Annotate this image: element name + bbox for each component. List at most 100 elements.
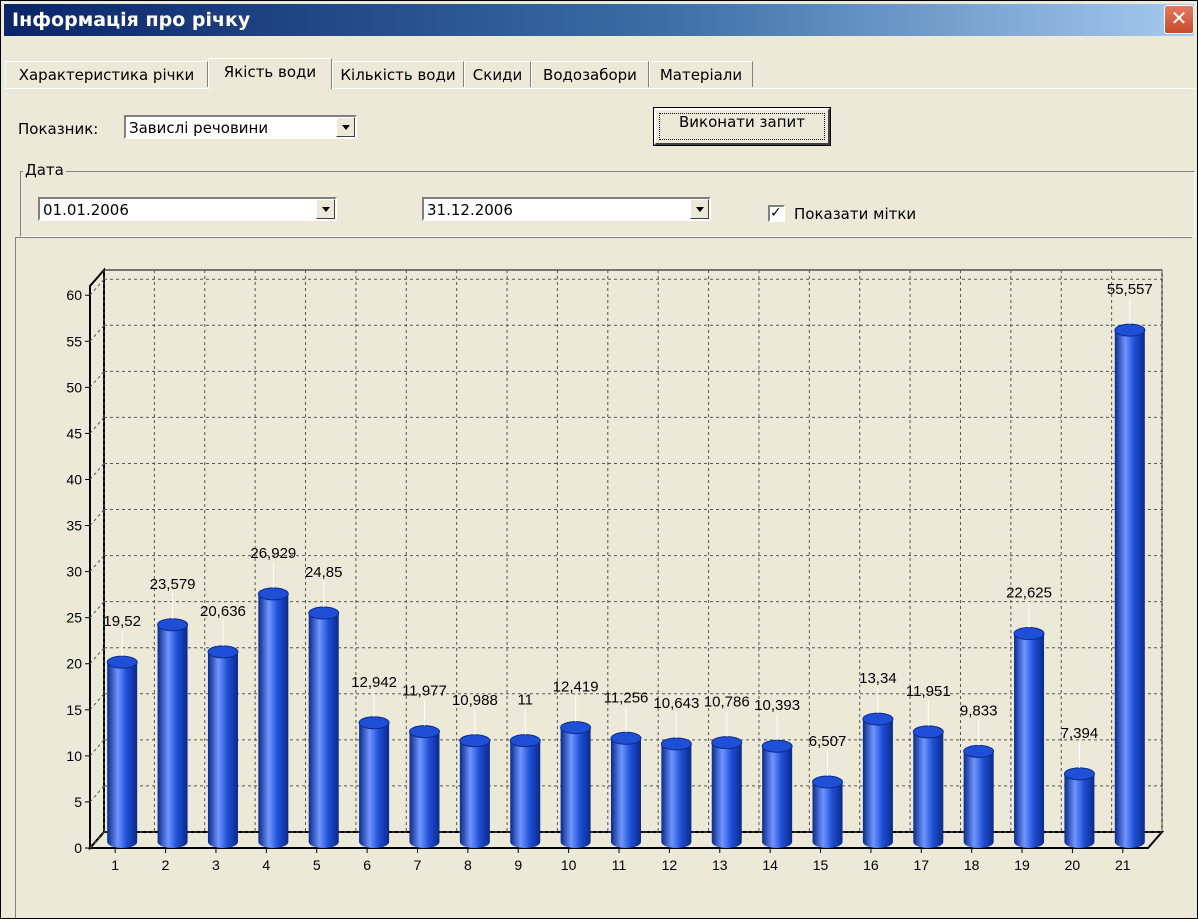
tab-water-quantity[interactable]: Кількість води — [332, 61, 464, 87]
bar-top — [1063, 767, 1095, 781]
bar — [1064, 773, 1095, 848]
x-tick-label: 14 — [762, 857, 778, 873]
tab-strip: Характеристика річки Якість води Кількіс… — [5, 58, 1195, 89]
bar-top — [257, 587, 289, 601]
date-to-select[interactable]: 31.12.2006 — [422, 197, 711, 221]
bar-top — [106, 655, 138, 669]
chart-panel: 0 5 10 15 20 25 30 35 40 45 50 55 60 19,52 1 23,579 2 20,… — [15, 237, 1192, 918]
data-label: 11,951 — [906, 683, 951, 700]
bar-top — [610, 731, 642, 745]
chevron-down-icon[interactable] — [316, 199, 335, 219]
y-tick-label: 20 — [66, 656, 82, 672]
data-label: 22,625 — [1006, 585, 1052, 602]
bar-top — [660, 737, 692, 751]
grid-line-side — [89, 509, 105, 526]
data-label: 20,636 — [200, 603, 246, 620]
bar-top — [308, 606, 340, 620]
bar — [157, 624, 188, 848]
bar-top — [711, 736, 743, 750]
bar — [862, 719, 893, 848]
bar-top — [761, 739, 793, 753]
x-tick-label: 16 — [863, 857, 879, 873]
bar-top — [459, 734, 491, 748]
bar — [812, 782, 843, 848]
bar — [560, 727, 591, 848]
bar — [1014, 633, 1045, 848]
indicator-label: Показник: — [18, 120, 99, 138]
y-tick-label: 45 — [66, 425, 82, 441]
grid-line-side — [89, 739, 105, 757]
tab-divider — [5, 88, 1195, 89]
bar-top — [207, 645, 239, 659]
x-tick-label: 20 — [1065, 857, 1081, 873]
bar-top — [812, 775, 844, 789]
window-title: Інформація про річку — [12, 9, 251, 31]
bar-top — [358, 716, 390, 730]
tab-river-characteristics[interactable]: Характеристика річки — [5, 61, 208, 87]
tab-discharges[interactable]: Скиди — [464, 61, 531, 87]
chevron-down-icon[interactable] — [336, 117, 355, 137]
grid-line-side — [89, 463, 105, 480]
x-tick-label: 4 — [262, 857, 270, 873]
bar — [359, 722, 390, 848]
y-tick-label: 0 — [74, 840, 82, 856]
x-tick-label: 12 — [662, 857, 678, 873]
data-label: 7,394 — [1061, 725, 1099, 742]
data-label: 19,52 — [103, 613, 141, 630]
data-label: 55,557 — [1107, 281, 1153, 298]
date-from-select[interactable]: 01.01.2006 — [38, 197, 337, 221]
grid-line-side — [89, 601, 105, 619]
data-label: 9,833 — [960, 702, 998, 719]
data-label: 11 — [517, 692, 533, 709]
bar — [1114, 330, 1145, 848]
title-bar[interactable]: Інформація про річку ✕ — [4, 4, 1194, 36]
bar — [661, 743, 692, 848]
y-tick-label: 25 — [66, 610, 82, 626]
data-label: 6,507 — [809, 733, 847, 750]
run-query-label: Виконати запит — [679, 113, 805, 131]
x-tick-label: 2 — [162, 857, 170, 873]
chevron-down-icon[interactable] — [690, 199, 709, 219]
tab-water-intakes[interactable]: Водозабори — [531, 61, 649, 87]
data-label: 26,929 — [250, 545, 296, 562]
data-label: 11,977 — [402, 683, 447, 700]
grid-line-side — [89, 324, 105, 342]
x-tick-label: 9 — [514, 857, 522, 873]
bar — [308, 613, 339, 848]
x-tick-label: 10 — [561, 857, 577, 873]
x-tick-label: 18 — [964, 857, 980, 873]
bar-top — [862, 712, 894, 726]
plot-left-wall — [89, 267, 105, 851]
grid-line-side — [89, 371, 105, 388]
bar — [510, 740, 541, 848]
bar — [711, 742, 742, 848]
grid-line-side — [89, 278, 105, 296]
grid-line-side — [89, 417, 105, 434]
run-query-button[interactable]: Виконати запит — [653, 107, 831, 146]
tab-water-quality[interactable]: Якість води — [208, 58, 332, 89]
x-tick-label: 5 — [313, 857, 321, 873]
x-tick-label: 21 — [1115, 857, 1131, 873]
bar — [963, 751, 994, 848]
bar-top — [963, 744, 995, 758]
bar-top — [408, 725, 440, 739]
show-labels-label: Показати мітки — [794, 205, 917, 223]
y-tick-label: 15 — [66, 702, 82, 718]
x-tick-label: 1 — [111, 857, 119, 873]
bar — [762, 746, 793, 848]
checkmark-icon: ✓ — [770, 204, 782, 220]
bar-top — [157, 618, 189, 632]
indicator-select[interactable]: Завислі речовини — [124, 115, 357, 139]
x-tick-label: 11 — [612, 857, 627, 873]
y-tick-label: 55 — [66, 333, 82, 349]
grid-line-side — [89, 555, 105, 572]
show-labels-checkbox[interactable]: ✓ — [768, 204, 785, 222]
y-tick-label: 30 — [66, 564, 82, 580]
y-tick-label: 60 — [66, 287, 82, 303]
bar — [107, 662, 138, 848]
data-label: 10,786 — [704, 694, 750, 711]
tab-materials[interactable]: Матеріали — [649, 61, 753, 87]
x-tick-label: 15 — [813, 857, 829, 873]
y-tick-label: 10 — [66, 748, 82, 764]
close-button[interactable]: ✕ — [1164, 5, 1194, 34]
